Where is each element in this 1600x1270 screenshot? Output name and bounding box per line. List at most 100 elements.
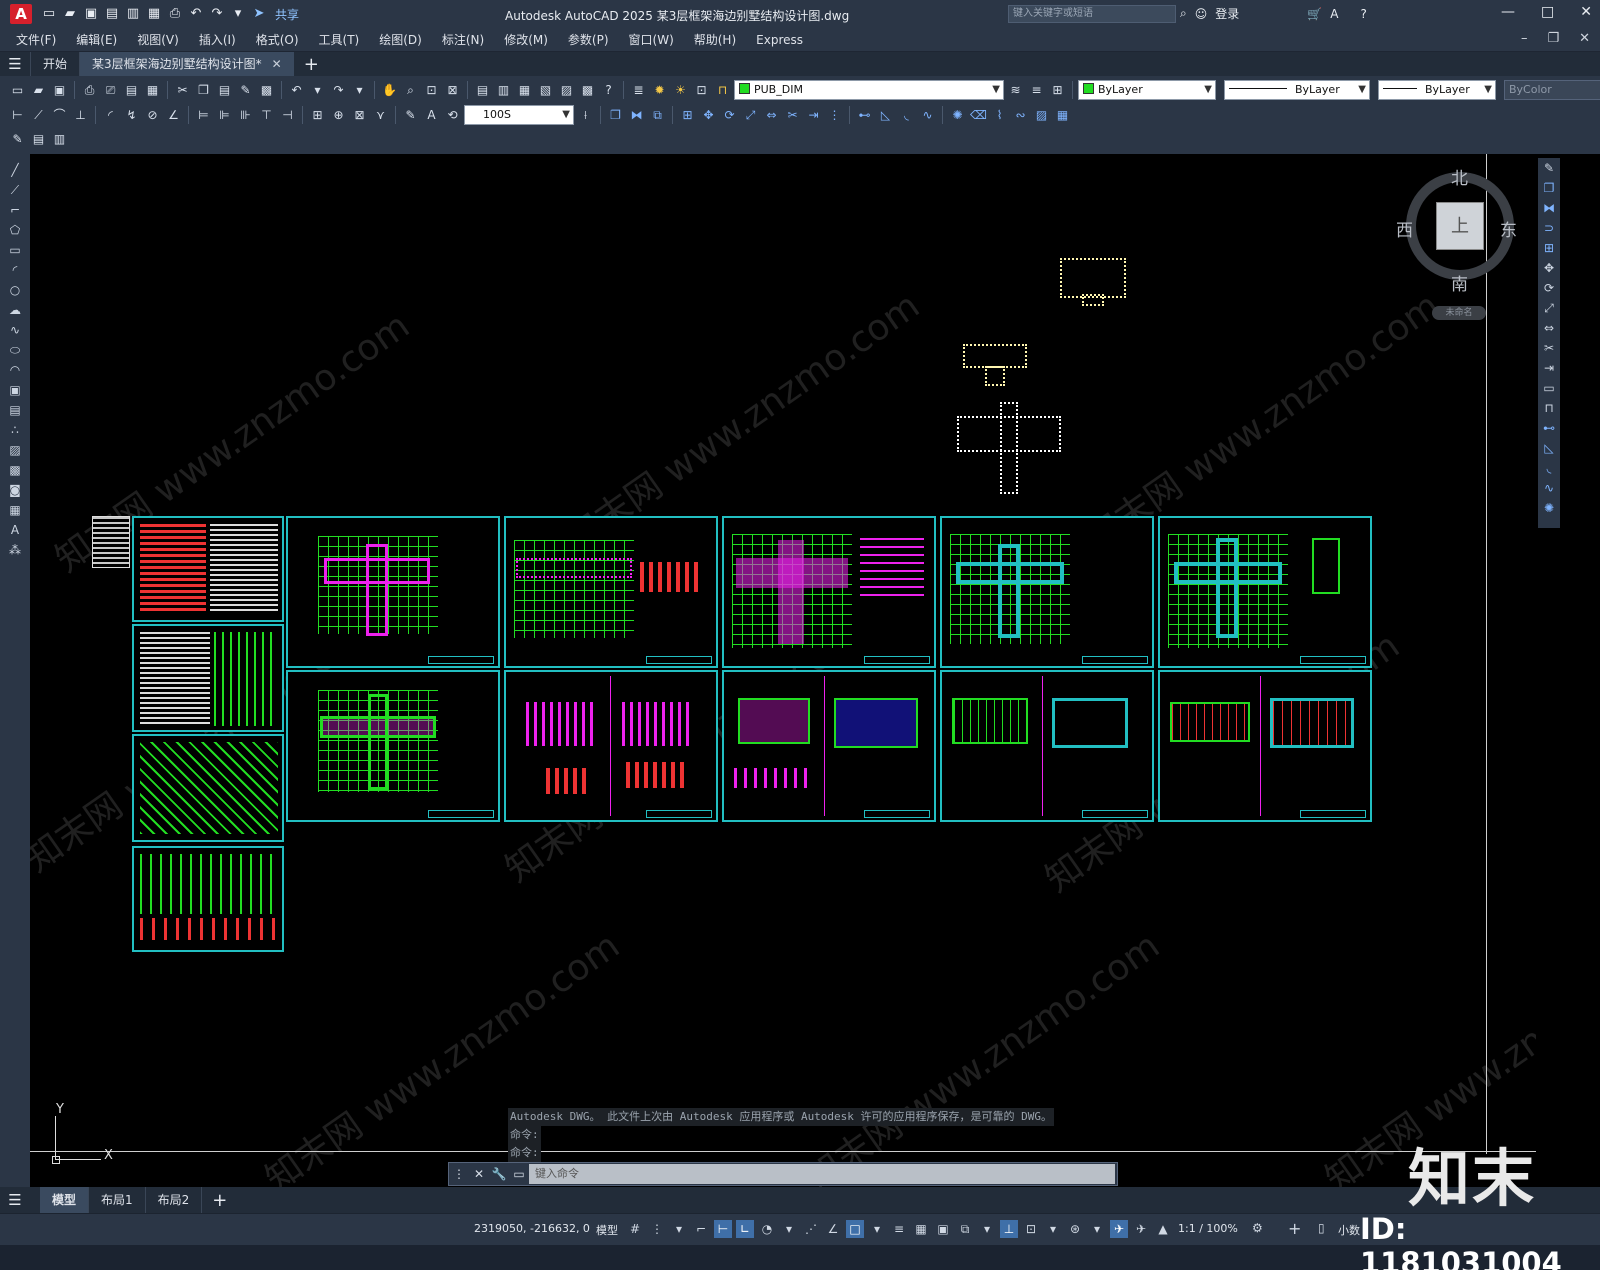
join-icon[interactable]: ⊷ xyxy=(855,106,874,125)
settings-gear-icon[interactable]: ⚙ xyxy=(1252,1221,1263,1235)
circle-icon[interactable]: ○ xyxy=(4,280,26,300)
array-v-icon[interactable]: ⊞ xyxy=(1538,238,1560,258)
command-prompt-icon[interactable]: ▭ xyxy=(509,1167,529,1181)
dim-jogged-icon[interactable]: ↯ xyxy=(122,106,141,125)
rotate-icon[interactable]: ⟳ xyxy=(720,106,739,125)
sheet-set-icon[interactable]: ▧ xyxy=(536,81,555,100)
object-snap-icon[interactable]: □ xyxy=(846,1220,864,1238)
chamfer-v-icon[interactable]: ◺ xyxy=(1538,438,1560,458)
doc-minimize-icon[interactable]: – xyxy=(1521,31,1528,46)
break-v-icon[interactable]: ⊓ xyxy=(1538,398,1560,418)
scale-icon[interactable]: ⤢ xyxy=(741,106,760,125)
grid-icon[interactable]: # xyxy=(626,1220,644,1238)
doc-close-icon[interactable]: ✕ xyxy=(1579,31,1590,46)
match-properties-icon[interactable]: ✎ xyxy=(236,81,255,100)
print-icon[interactable]: ⎙ xyxy=(80,81,99,100)
fillet-v-icon[interactable]: ◟ xyxy=(1538,458,1560,478)
quick-dim-icon[interactable]: ⊨ xyxy=(194,106,213,125)
quickcalc-icon[interactable]: ▩ xyxy=(578,81,597,100)
ellipse-arc-icon[interactable]: ◠ xyxy=(4,360,26,380)
tab-layout1[interactable]: 布局1 xyxy=(89,1187,146,1213)
dim-style-combo[interactable]: 100S ▼ xyxy=(464,105,574,125)
isodraft-icon[interactable]: ⋰ xyxy=(802,1220,820,1238)
gizmo-dropdown-icon[interactable]: ▾ xyxy=(1088,1220,1106,1238)
object-snap-tracking-icon[interactable]: ∠ xyxy=(824,1220,842,1238)
rotate-v-icon[interactable]: ⟳ xyxy=(1538,278,1560,298)
plus-annotation-icon[interactable]: + xyxy=(1288,1219,1301,1238)
layer-viewport-icon[interactable]: ⊡ xyxy=(692,81,711,100)
plot-icon[interactable]: ⎙ xyxy=(166,5,184,23)
3d-osnap-dropdown-icon[interactable]: ▾ xyxy=(978,1220,996,1238)
zoom-realtime-icon[interactable]: ⌕ xyxy=(401,81,420,100)
grip-handle-icon[interactable]: ⋮ xyxy=(449,1167,469,1181)
menu-file[interactable]: 文件(F) xyxy=(16,31,56,48)
chamfer-icon[interactable]: ◺ xyxy=(876,106,895,125)
rectangle-icon[interactable]: ▭ xyxy=(4,240,26,260)
coordinates-readout[interactable]: 2319050, -216632, 0 xyxy=(474,1222,590,1235)
viewcube-top-face[interactable]: 上 xyxy=(1436,202,1484,250)
layer-properties-icon[interactable]: ≣ xyxy=(629,81,648,100)
tb-extra-2-icon[interactable]: ▤ xyxy=(29,130,48,149)
revision-cloud-icon[interactable]: ☁ xyxy=(4,300,26,320)
autodesk-app-icon[interactable]: A xyxy=(1330,7,1338,21)
compass-west[interactable]: 西 xyxy=(1396,216,1413,241)
save-tb-icon[interactable]: ▣ xyxy=(50,81,69,100)
print-preview-icon[interactable]: ⎚ xyxy=(101,81,120,100)
compass-south[interactable]: 南 xyxy=(1451,270,1468,295)
dynamic-ucs-icon[interactable]: ⊥ xyxy=(1000,1220,1018,1238)
make-block-icon[interactable]: ▤ xyxy=(4,400,26,420)
move-v-icon[interactable]: ✥ xyxy=(1538,258,1560,278)
redo-icon[interactable]: ↷ xyxy=(208,5,226,23)
break-icon[interactable]: ⋮ xyxy=(825,106,844,125)
share-button[interactable]: 共享 xyxy=(275,6,299,23)
edit-hatch-icon[interactable]: ▨ xyxy=(1032,106,1051,125)
menu-modify[interactable]: 修改(M) xyxy=(504,31,548,48)
trim-v-icon[interactable]: ✂ xyxy=(1538,338,1560,358)
tb-extra-3-icon[interactable]: ▥ xyxy=(50,130,69,149)
layer-combo[interactable]: PUB_DIM ▼ xyxy=(734,80,1004,100)
markup-icon[interactable]: ▨ xyxy=(557,81,576,100)
point-icon[interactable]: ∴ xyxy=(4,420,26,440)
make-current-layer-icon[interactable]: ≋ xyxy=(1006,81,1025,100)
move-icon[interactable]: ✥ xyxy=(699,106,718,125)
properties-icon[interactable]: ▤ xyxy=(473,81,492,100)
selection-cycling-icon[interactable]: ▣ xyxy=(934,1220,952,1238)
menu-parametric[interactable]: 参数(P) xyxy=(568,31,609,48)
menu-tools[interactable]: 工具(T) xyxy=(319,31,360,48)
dim-space-icon[interactable]: ⊤ xyxy=(257,106,276,125)
annotation-visibility-icon[interactable]: ✈ xyxy=(1110,1220,1128,1238)
array-icon[interactable]: ⊞ xyxy=(678,106,697,125)
plot-3d-icon[interactable]: ▦ xyxy=(143,81,162,100)
dim-radius-icon[interactable]: ◜ xyxy=(101,106,120,125)
share-send-icon[interactable]: ➤ xyxy=(250,5,268,23)
hamburger-menu-icon[interactable]: ☰ xyxy=(0,55,30,73)
infer-constraints-icon[interactable]: ⌐ xyxy=(692,1220,710,1238)
layer-previous-icon[interactable]: ≡ xyxy=(1027,81,1046,100)
help-icon[interactable]: ? xyxy=(1360,7,1366,21)
menu-view[interactable]: 视图(V) xyxy=(137,31,179,48)
osnap-dropdown-icon[interactable]: ▾ xyxy=(868,1220,886,1238)
command-input[interactable]: 键入命令 xyxy=(529,1164,1115,1184)
hatch-icon[interactable]: ▨ xyxy=(4,440,26,460)
lineweight-combo[interactable]: ByLayer ▼ xyxy=(1378,80,1496,100)
copy-icon[interactable]: ❐ xyxy=(194,81,213,100)
quick-properties-icon[interactable]: ▯ xyxy=(1318,1221,1325,1235)
gradient-icon[interactable]: ▩ xyxy=(4,460,26,480)
save-icon[interactable]: ▣ xyxy=(82,5,100,23)
menu-draw[interactable]: 绘图(D) xyxy=(379,31,422,48)
cart-icon[interactable]: 🛒 xyxy=(1307,7,1322,21)
selection-filter-icon[interactable]: ⊡ xyxy=(1022,1220,1040,1238)
annotation-scale-icon[interactable]: ▲ xyxy=(1154,1220,1172,1238)
edit-array-icon[interactable]: ▦ xyxy=(1053,106,1072,125)
extend-icon[interactable]: ⇥ xyxy=(804,106,823,125)
explode-icon[interactable]: ✺ xyxy=(948,106,967,125)
linetype-combo[interactable]: ByLayer ▼ xyxy=(1224,80,1370,100)
publish-icon[interactable]: ▤ xyxy=(122,81,141,100)
tab-model[interactable]: 模型 xyxy=(40,1187,90,1213)
zoom-previous-icon[interactable]: ⊠ xyxy=(443,81,462,100)
add-selected-icon[interactable]: ⁂ xyxy=(4,540,26,560)
break-point-v-icon[interactable]: ▭ xyxy=(1538,378,1560,398)
layer-lock-icon[interactable]: ⊓ xyxy=(713,81,732,100)
copy-modify-icon[interactable]: ❐ xyxy=(606,106,625,125)
menu-window[interactable]: 窗口(W) xyxy=(629,31,674,48)
